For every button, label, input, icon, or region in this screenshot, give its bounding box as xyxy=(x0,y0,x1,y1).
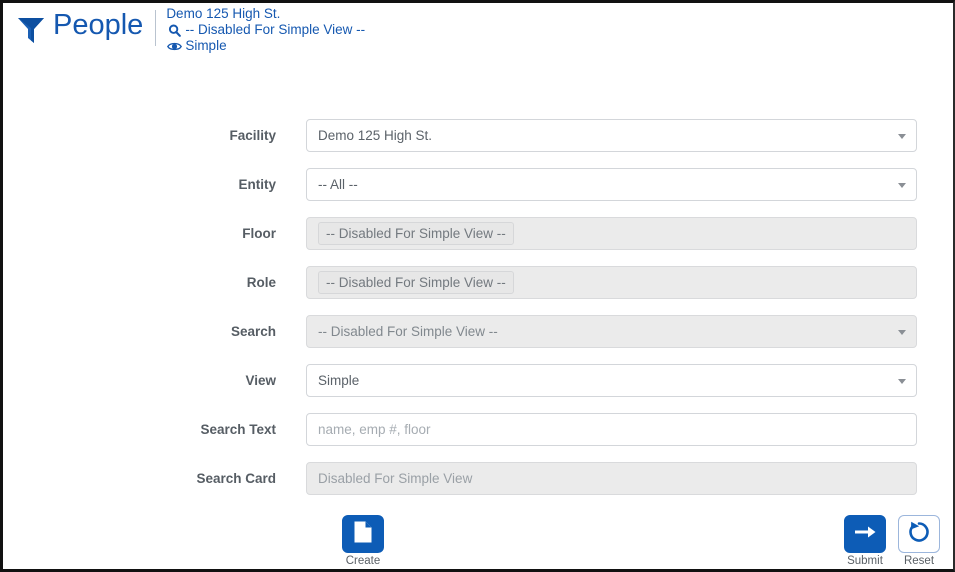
label-search-card: Search Card xyxy=(196,471,276,486)
role-multiselect: -- Disabled For Simple View -- xyxy=(306,266,917,299)
view-select-value: Simple xyxy=(318,373,360,388)
facility-select-value: Demo 125 High St. xyxy=(318,128,433,143)
header-divider xyxy=(155,10,157,46)
entity-select[interactable]: -- All -- xyxy=(306,168,917,201)
context-facility-label: Demo 125 High St. xyxy=(166,6,281,22)
document-page-icon xyxy=(353,520,373,549)
submit-button-label: Submit xyxy=(847,555,883,567)
view-select[interactable]: Simple xyxy=(306,364,917,397)
eye-icon xyxy=(166,39,182,54)
action-group-right: Submit Reset xyxy=(843,515,941,567)
floor-multiselect: -- Disabled For Simple View -- xyxy=(306,217,917,250)
chevron-down-icon xyxy=(898,329,906,335)
search-select: -- Disabled For Simple View -- xyxy=(306,315,917,348)
label-search-text: Search Text xyxy=(200,422,276,437)
search-card-input: Disabled For Simple View xyxy=(306,462,917,495)
search-card-placeholder: Disabled For Simple View xyxy=(318,471,473,486)
chevron-down-icon[interactable] xyxy=(898,133,906,139)
context-facility: Demo 125 High St. xyxy=(166,6,365,22)
magnifier-icon xyxy=(166,23,182,38)
label-search: Search xyxy=(230,324,276,339)
label-role: Role xyxy=(246,275,276,290)
reset-button-label: Reset xyxy=(903,555,935,567)
chevron-down-icon[interactable] xyxy=(898,182,906,188)
action-bar: Create Submit Reset xyxy=(3,511,953,569)
role-multiselect-value: -- Disabled For Simple View -- xyxy=(318,271,514,294)
filter-form: Facility Demo 125 High St. Entity -- All… xyxy=(3,111,953,503)
search-text-placeholder: name, emp #, floor xyxy=(318,422,431,437)
label-entity: Entity xyxy=(238,177,276,192)
form-row-search-text: Search Text name, emp #, floor xyxy=(3,405,953,454)
create-button-label: Create xyxy=(345,555,381,567)
context-view: Simple xyxy=(166,38,365,54)
reset-button[interactable]: Reset xyxy=(897,515,941,567)
label-view: View xyxy=(245,373,276,388)
label-floor: Floor xyxy=(242,226,276,241)
page-header: People Demo 125 High St. -- Disabled For… xyxy=(3,3,953,55)
header-context: Demo 125 High St. -- Disabled For Simple… xyxy=(166,6,365,54)
form-row-role: Role -- Disabled For Simple View -- xyxy=(3,258,953,307)
search-select-value: -- Disabled For Simple View -- xyxy=(318,324,498,339)
refresh-circular-arrow-icon xyxy=(907,520,931,549)
search-text-input[interactable]: name, emp #, floor xyxy=(306,413,917,446)
form-row-entity: Entity -- All -- xyxy=(3,160,953,209)
form-row-view: View Simple xyxy=(3,356,953,405)
reset-button-box xyxy=(898,515,940,553)
arrow-right-icon xyxy=(853,524,877,545)
facility-select[interactable]: Demo 125 High St. xyxy=(306,119,917,152)
action-group-left: Create xyxy=(341,515,385,567)
chevron-down-icon[interactable] xyxy=(898,378,906,384)
floor-multiselect-value: -- Disabled For Simple View -- xyxy=(318,222,514,245)
submit-button[interactable]: Submit xyxy=(843,515,887,567)
context-search-label: -- Disabled For Simple View -- xyxy=(185,22,366,38)
submit-button-box xyxy=(844,515,886,553)
label-facility: Facility xyxy=(229,128,276,143)
people-filter-window: People Demo 125 High St. -- Disabled For… xyxy=(0,0,955,572)
entity-select-value: -- All -- xyxy=(318,177,358,192)
form-row-search: Search -- Disabled For Simple View -- xyxy=(3,307,953,356)
form-row-facility: Facility Demo 125 High St. xyxy=(3,111,953,160)
funnel-filter-icon xyxy=(9,10,53,50)
create-button[interactable]: Create xyxy=(341,515,385,567)
create-button-box xyxy=(342,515,384,553)
context-search: -- Disabled For Simple View -- xyxy=(166,22,365,38)
page-title: People xyxy=(53,9,144,41)
form-row-search-card: Search Card Disabled For Simple View xyxy=(3,454,953,503)
context-view-label: Simple xyxy=(185,38,227,54)
form-row-floor: Floor -- Disabled For Simple View -- xyxy=(3,209,953,258)
